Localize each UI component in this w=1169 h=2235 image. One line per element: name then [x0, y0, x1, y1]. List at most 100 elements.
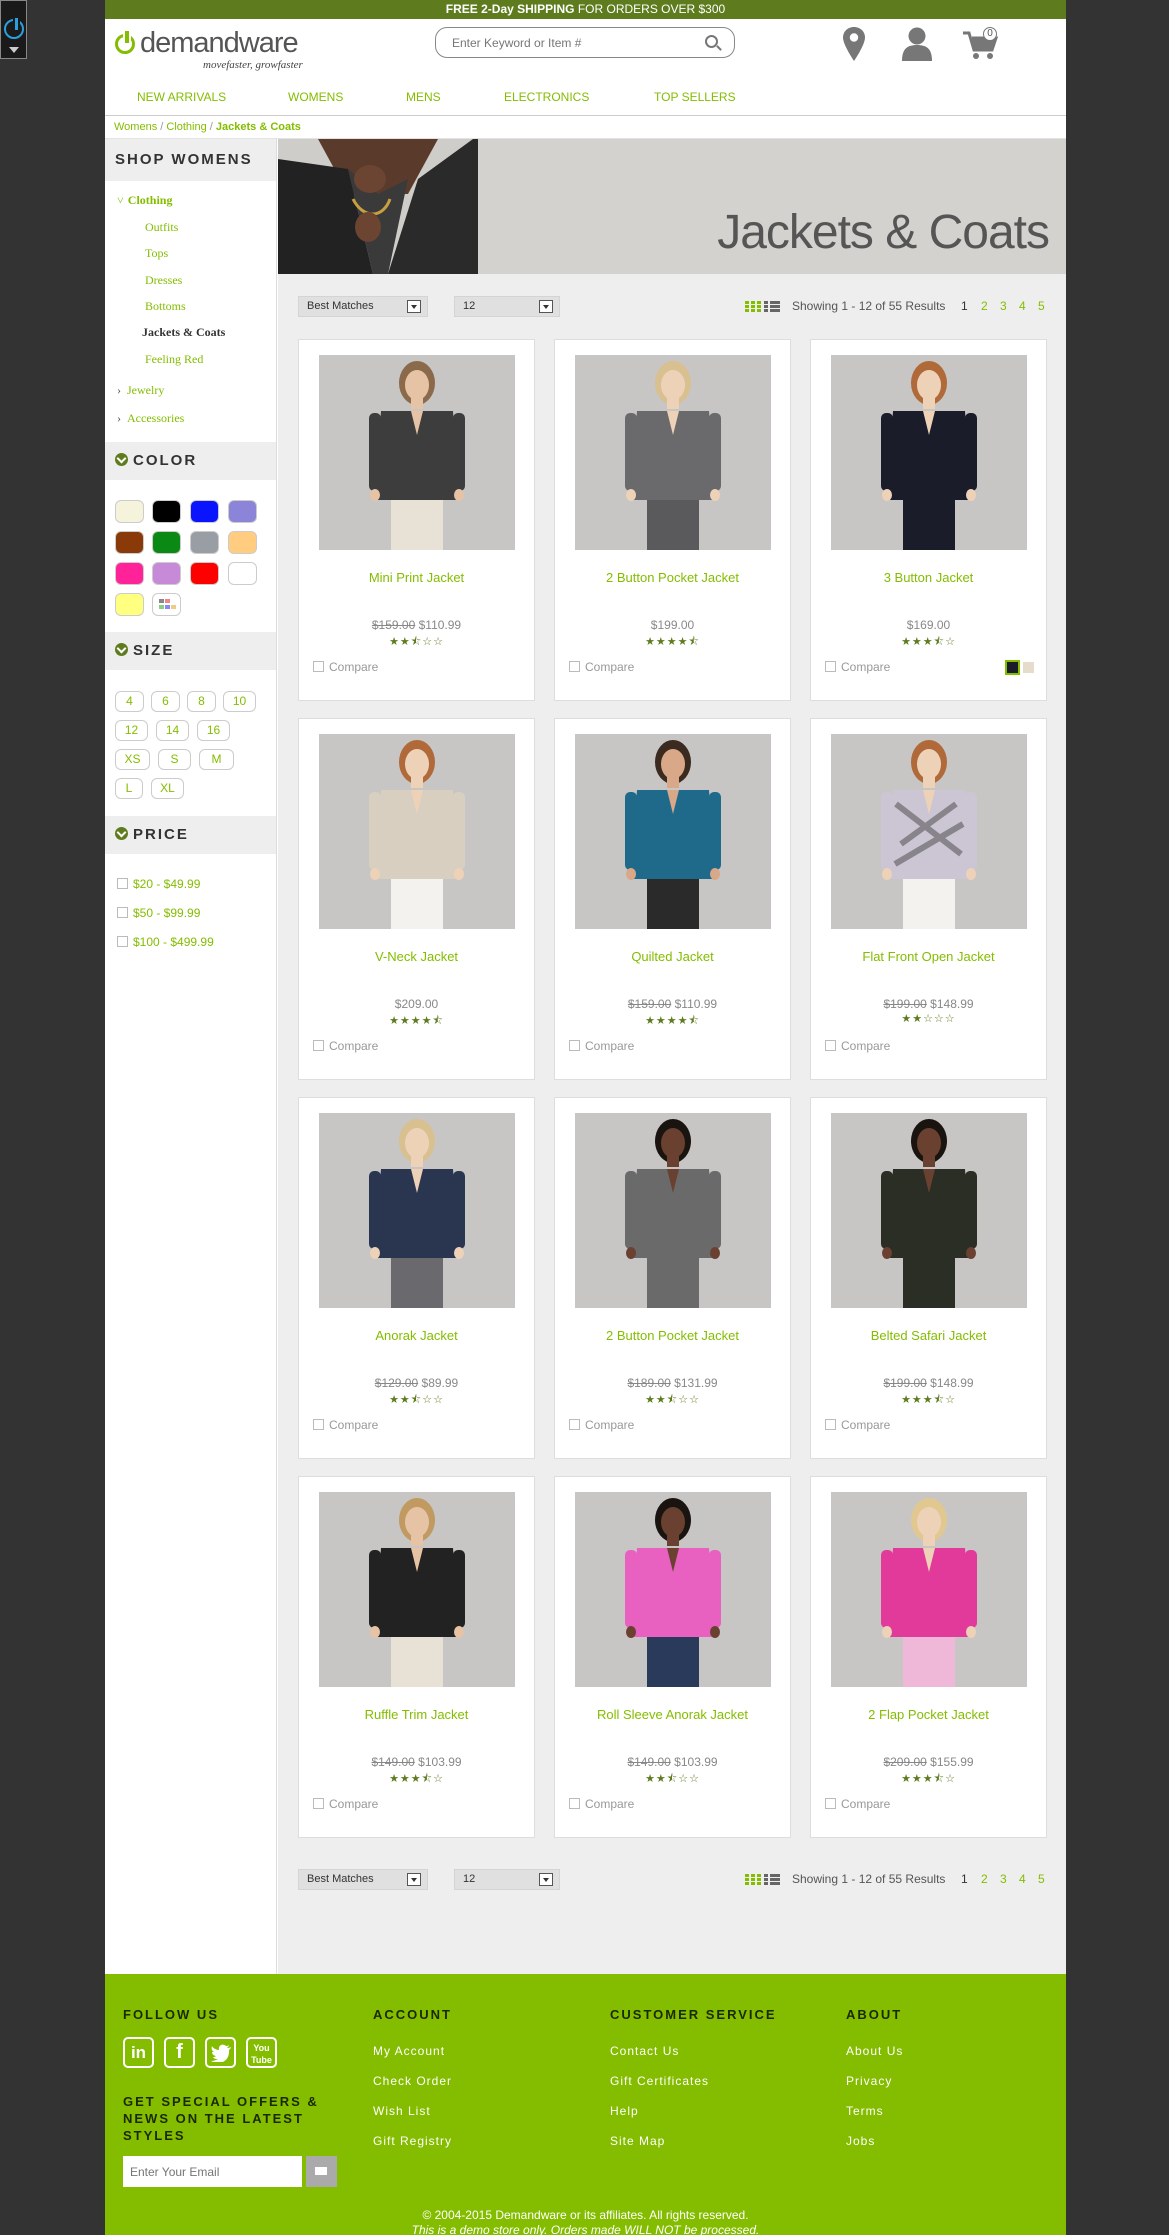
product-image-link[interactable] [831, 1492, 1027, 1687]
email-submit-button[interactable] [306, 2156, 337, 2187]
page-1[interactable]: 1 [961, 1872, 968, 1886]
logo[interactable]: demandware movefaster, growfaster [115, 27, 315, 87]
arrow-down-icon[interactable] [9, 47, 19, 53]
product-name[interactable]: Quilted Jacket [555, 949, 790, 964]
checkbox[interactable] [117, 907, 128, 918]
nav-electronics[interactable]: ELECTRONICS [504, 90, 589, 104]
page-2[interactable]: 2 [981, 299, 988, 313]
footer-link-check-order[interactable]: Check Order [373, 2074, 452, 2088]
product-name[interactable]: Roll Sleeve Anorak Jacket [555, 1707, 790, 1722]
product-image-link[interactable] [575, 355, 771, 550]
product-image-link[interactable] [831, 355, 1027, 550]
price-filter-100-499[interactable]: $100 - $499.99 [117, 935, 214, 949]
sidebar-item-jewelry[interactable]: › Jewelry [117, 383, 164, 398]
checkbox[interactable] [117, 936, 128, 947]
product-name[interactable]: 2 Flap Pocket Jacket [811, 1707, 1046, 1722]
account-icon[interactable] [902, 27, 932, 61]
swatch-purple[interactable] [228, 500, 257, 523]
size-s[interactable]: S [158, 749, 191, 770]
size-8[interactable]: 8 [187, 691, 216, 712]
product-name[interactable]: 3 Button Jacket [811, 570, 1046, 585]
size-l[interactable]: L [115, 778, 143, 799]
swatch-black[interactable] [152, 500, 181, 523]
checkbox[interactable] [569, 661, 580, 672]
color-filter-header[interactable]: COLOR [105, 442, 276, 480]
swatch-lavender[interactable] [152, 562, 181, 585]
breadcrumb-womens[interactable]: Womens [114, 121, 157, 133]
compare-checkbox[interactable]: Compare [825, 660, 890, 674]
page-2[interactable]: 2 [981, 1872, 988, 1886]
debug-widget[interactable] [0, 0, 27, 59]
sidebar-item-clothing[interactable]: ˅ Clothing [117, 193, 172, 208]
sidebar-item-dresses[interactable]: Dresses [145, 273, 182, 288]
checkbox[interactable] [825, 1419, 836, 1430]
breadcrumb-jackets[interactable]: Jackets & Coats [216, 121, 301, 133]
product-name[interactable]: Mini Print Jacket [299, 570, 534, 585]
swatch-orange[interactable] [228, 531, 257, 554]
swatch-multi[interactable] [152, 593, 181, 616]
swatch-yellow[interactable] [115, 593, 144, 616]
twitter-icon[interactable] [205, 2037, 236, 2068]
checkbox[interactable] [825, 1040, 836, 1051]
compare-checkbox[interactable]: Compare [313, 1418, 378, 1432]
compare-checkbox[interactable]: Compare [569, 660, 634, 674]
per-page-select[interactable]: 12 [454, 1869, 560, 1890]
swatch-grey[interactable] [190, 531, 219, 554]
product-image-link[interactable] [319, 355, 515, 550]
footer-link-about-us[interactable]: About Us [846, 2044, 903, 2058]
compare-checkbox[interactable]: Compare [313, 1039, 378, 1053]
footer-link-jobs[interactable]: Jobs [846, 2134, 875, 2148]
checkbox[interactable] [313, 661, 324, 672]
checkbox[interactable] [313, 1040, 324, 1051]
power-icon[interactable] [4, 16, 24, 39]
product-name[interactable]: Anorak Jacket [299, 1328, 534, 1343]
swatch-pink[interactable] [115, 562, 144, 585]
product-name[interactable]: Belted Safari Jacket [811, 1328, 1046, 1343]
sort-select[interactable]: Best Matches [298, 1869, 428, 1890]
color-swatch-navy[interactable] [1005, 660, 1020, 675]
swatch-brown[interactable] [115, 531, 144, 554]
product-image-link[interactable] [831, 1113, 1027, 1308]
checkbox[interactable] [825, 661, 836, 672]
list-view-icon[interactable] [764, 301, 780, 312]
nav-new-arrivals[interactable]: NEW ARRIVALS [137, 90, 226, 104]
swatch-cream[interactable] [115, 500, 144, 523]
sidebar-item-accessories[interactable]: › Accessories [117, 411, 184, 426]
sidebar-item-feeling-red[interactable]: Feeling Red [145, 352, 203, 367]
breadcrumb-clothing[interactable]: Clothing [166, 121, 206, 133]
size-4[interactable]: 4 [115, 691, 144, 712]
product-image-link[interactable] [319, 734, 515, 929]
swatch-blue[interactable] [190, 500, 219, 523]
swatch-white[interactable] [228, 562, 257, 585]
compare-checkbox[interactable]: Compare [313, 660, 378, 674]
footer-link-help[interactable]: Help [610, 2104, 639, 2118]
color-swatch-ivory[interactable] [1023, 662, 1034, 673]
product-image-link[interactable] [575, 1113, 771, 1308]
checkbox[interactable] [569, 1798, 580, 1809]
page-4[interactable]: 4 [1019, 299, 1026, 313]
footer-link-wish-list[interactable]: Wish List [373, 2104, 431, 2118]
facebook-icon[interactable]: f [164, 2037, 195, 2068]
page-1[interactable]: 1 [961, 299, 968, 313]
page-3[interactable]: 3 [1000, 299, 1007, 313]
footer-link-terms[interactable]: Terms [846, 2104, 884, 2118]
price-filter-50-99[interactable]: $50 - $99.99 [117, 906, 200, 920]
per-page-select[interactable]: 12 [454, 296, 560, 317]
nav-mens[interactable]: MENS [406, 90, 441, 104]
size-10[interactable]: 10 [223, 691, 256, 712]
checkbox[interactable] [313, 1419, 324, 1430]
swatch-red[interactable] [190, 562, 219, 585]
product-image-link[interactable] [575, 1492, 771, 1687]
search-icon[interactable] [705, 35, 718, 48]
product-name[interactable]: V-Neck Jacket [299, 949, 534, 964]
compare-checkbox[interactable]: Compare [825, 1039, 890, 1053]
size-filter-header[interactable]: SIZE [105, 632, 276, 670]
sidebar-item-bottoms[interactable]: Bottoms [145, 299, 186, 314]
page-4[interactable]: 4 [1019, 1872, 1026, 1886]
search-input[interactable] [436, 28, 686, 57]
checkbox[interactable] [569, 1419, 580, 1430]
size-6[interactable]: 6 [151, 691, 180, 712]
compare-checkbox[interactable]: Compare [569, 1039, 634, 1053]
price-filter-header[interactable]: PRICE [105, 816, 276, 854]
product-name[interactable]: 2 Button Pocket Jacket [555, 1328, 790, 1343]
